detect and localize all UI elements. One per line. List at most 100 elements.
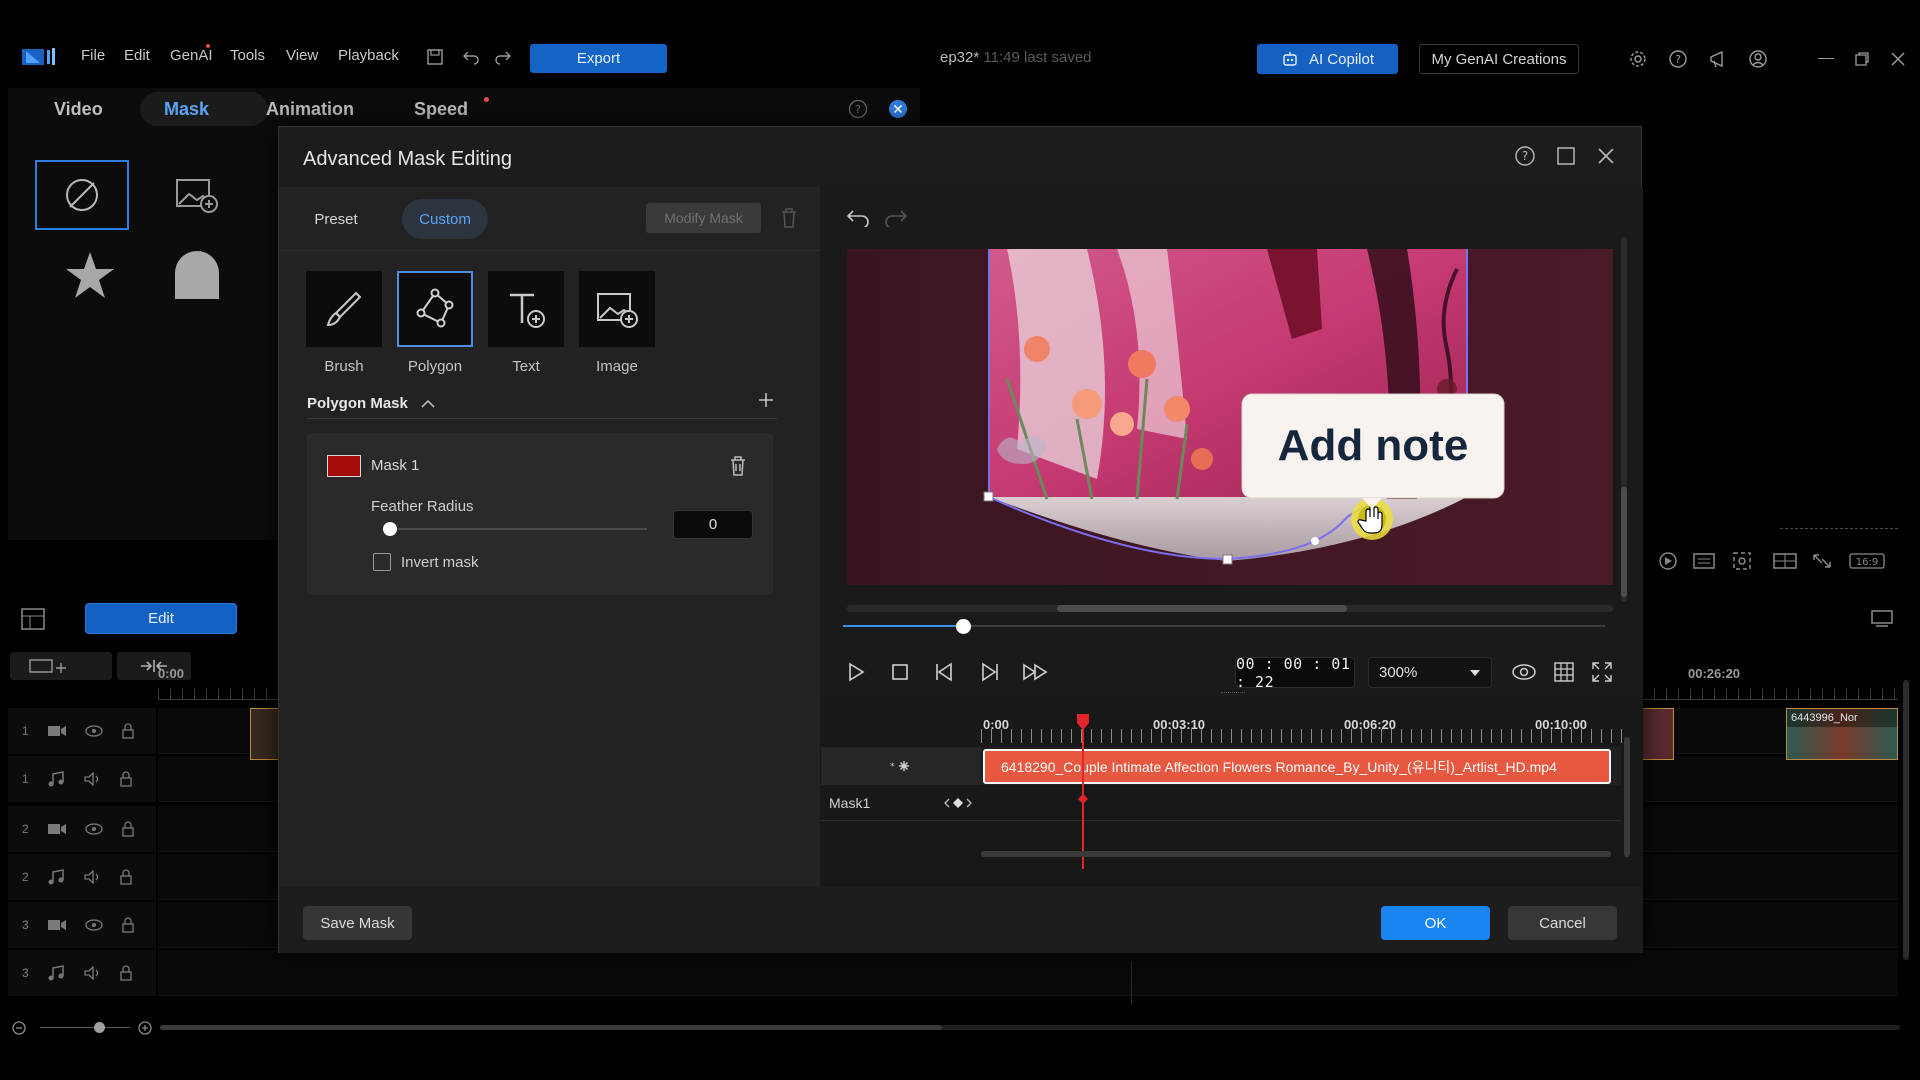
menu-edit[interactable]: Edit — [124, 47, 150, 64]
edit-button[interactable]: Edit — [85, 603, 237, 634]
brush-tool[interactable] — [306, 271, 382, 347]
lock-icon[interactable] — [121, 723, 135, 739]
export-button[interactable]: Export — [530, 44, 667, 73]
cancel-button[interactable]: Cancel — [1508, 906, 1617, 940]
tab-mask[interactable]: Mask — [164, 99, 209, 120]
feather-radius-slider[interactable] — [389, 528, 647, 530]
custom-tab[interactable]: Custom — [402, 199, 488, 239]
stop-icon[interactable] — [889, 661, 911, 683]
previous-frame-icon[interactable] — [933, 661, 957, 683]
timeline-clip-mid[interactable] — [1642, 708, 1674, 760]
add-note-text[interactable]: Add note — [1242, 421, 1504, 471]
timecode-display[interactable]: 00 : 00 : 01 : 22 — [1235, 655, 1355, 691]
mask-timeline-horizontal-scrollbar[interactable] — [981, 851, 1611, 857]
panel-close-icon[interactable] — [888, 99, 908, 119]
restore-icon[interactable] — [1854, 51, 1870, 67]
text-tool[interactable] — [488, 271, 564, 347]
grid-icon[interactable] — [1553, 661, 1575, 683]
mask-preset-image[interactable] — [150, 160, 244, 230]
timeline-clip-left[interactable] — [250, 708, 280, 760]
preset-tab[interactable]: Preset — [289, 199, 383, 239]
zoom-slider-knob[interactable] — [94, 1022, 105, 1033]
speaker-icon[interactable] — [83, 772, 101, 786]
mask-preset-star[interactable] — [43, 240, 137, 310]
mask-color-swatch[interactable] — [327, 455, 361, 477]
next-frame-icon[interactable] — [977, 661, 1001, 683]
eye-icon[interactable] — [85, 823, 103, 835]
dialog-maximize-icon[interactable] — [1555, 145, 1577, 167]
undo-icon[interactable] — [462, 48, 480, 66]
fast-forward-icon[interactable] — [1021, 661, 1051, 683]
polygon-mask-section[interactable]: Polygon Mask — [307, 395, 436, 412]
track-manager-icon[interactable] — [1870, 608, 1894, 630]
lock-icon[interactable] — [119, 965, 133, 981]
add-track-button[interactable] — [10, 652, 112, 680]
video-preview-canvas[interactable]: Add note — [847, 249, 1613, 585]
tab-video[interactable]: Video — [54, 99, 103, 120]
preview-redo-icon[interactable] — [883, 207, 909, 227]
gear-icon[interactable] — [1628, 49, 1648, 69]
dialog-close-icon[interactable] — [1595, 145, 1617, 167]
mask-preset-none[interactable] — [35, 160, 129, 230]
timeline-horizontal-scroll-thumb[interactable] — [160, 1025, 942, 1030]
speaker-icon[interactable] — [83, 870, 101, 884]
lock-icon[interactable] — [121, 821, 135, 837]
panel-resize-grip[interactable] — [1221, 692, 1245, 695]
polygon-tool[interactable] — [397, 271, 473, 347]
image-tool[interactable] — [579, 271, 655, 347]
mask-delete-icon[interactable] — [729, 455, 747, 477]
preview-undo-icon[interactable] — [845, 207, 871, 227]
delete-mask-icon[interactable] — [780, 207, 798, 229]
preview-vertical-scroll-thumb[interactable] — [1621, 487, 1627, 597]
tab-animation[interactable]: Animation — [266, 99, 354, 120]
ai-copilot-button[interactable]: AI Copilot — [1257, 44, 1398, 74]
eye-icon[interactable] — [85, 919, 103, 931]
megaphone-icon[interactable] — [1708, 49, 1730, 69]
ok-button[interactable]: OK — [1381, 906, 1490, 940]
playhead-handle[interactable] — [1076, 713, 1090, 731]
save-icon[interactable] — [426, 48, 444, 66]
menu-tools[interactable]: Tools — [230, 47, 265, 64]
video-clip[interactable]: 6418290_Couple Intimate Affection Flower… — [983, 749, 1611, 784]
eye-icon[interactable] — [1511, 663, 1537, 681]
feather-radius-input[interactable]: 0 — [673, 510, 753, 539]
mask-timeline-vertical-scrollbar[interactable] — [1624, 737, 1630, 857]
dialog-help-icon[interactable]: ? — [1514, 145, 1536, 167]
add-mask-icon[interactable] — [757, 391, 775, 409]
playhead[interactable] — [1082, 717, 1084, 869]
menu-view[interactable]: View — [286, 47, 318, 64]
zoom-in-icon[interactable] — [138, 1021, 152, 1035]
save-mask-button[interactable]: Save Mask — [303, 906, 412, 940]
zoom-out-icon[interactable] — [12, 1021, 26, 1035]
eye-icon[interactable] — [85, 725, 103, 737]
zoom-slider-track[interactable] — [40, 1027, 130, 1028]
mask-preset-arch[interactable] — [150, 240, 244, 310]
lock-icon[interactable] — [119, 869, 133, 885]
lock-icon[interactable] — [121, 917, 135, 933]
close-app-icon[interactable] — [1890, 51, 1906, 67]
menu-genai[interactable]: GenAI — [170, 47, 213, 64]
account-icon[interactable] — [1748, 49, 1768, 69]
help-icon[interactable]: ? — [1668, 49, 1688, 69]
timeline-vertical-scrollbar[interactable] — [1903, 680, 1909, 960]
modify-mask-button[interactable]: Modify Mask — [646, 203, 761, 233]
minimize-icon[interactable] — [1818, 58, 1834, 59]
timeline-clip-right[interactable]: 6443996_Nor — [1786, 708, 1898, 760]
tab-speed[interactable]: Speed — [414, 99, 468, 120]
playback-slider-knob[interactable] — [956, 619, 971, 634]
keyframe-marker[interactable] — [1078, 794, 1088, 804]
redo-icon[interactable] — [494, 48, 512, 66]
speaker-icon[interactable] — [83, 966, 101, 980]
play-icon[interactable] — [845, 661, 867, 683]
preview-horizontal-scroll-thumb[interactable] — [1057, 605, 1347, 612]
invert-mask-checkbox[interactable] — [373, 553, 391, 571]
lock-icon[interactable] — [119, 771, 133, 787]
feather-radius-slider-knob[interactable] — [383, 522, 397, 536]
menu-file[interactable]: File — [81, 47, 105, 64]
fullscreen-icon[interactable] — [1591, 661, 1613, 683]
keyframe-nav-icon[interactable] — [943, 797, 973, 809]
zoom-select[interactable]: 300% — [1368, 657, 1492, 688]
panel-help-icon[interactable]: ? — [848, 99, 868, 119]
track-lane-audio-3[interactable] — [158, 950, 1898, 996]
my-genai-creations-button[interactable]: My GenAI Creations — [1419, 44, 1579, 74]
